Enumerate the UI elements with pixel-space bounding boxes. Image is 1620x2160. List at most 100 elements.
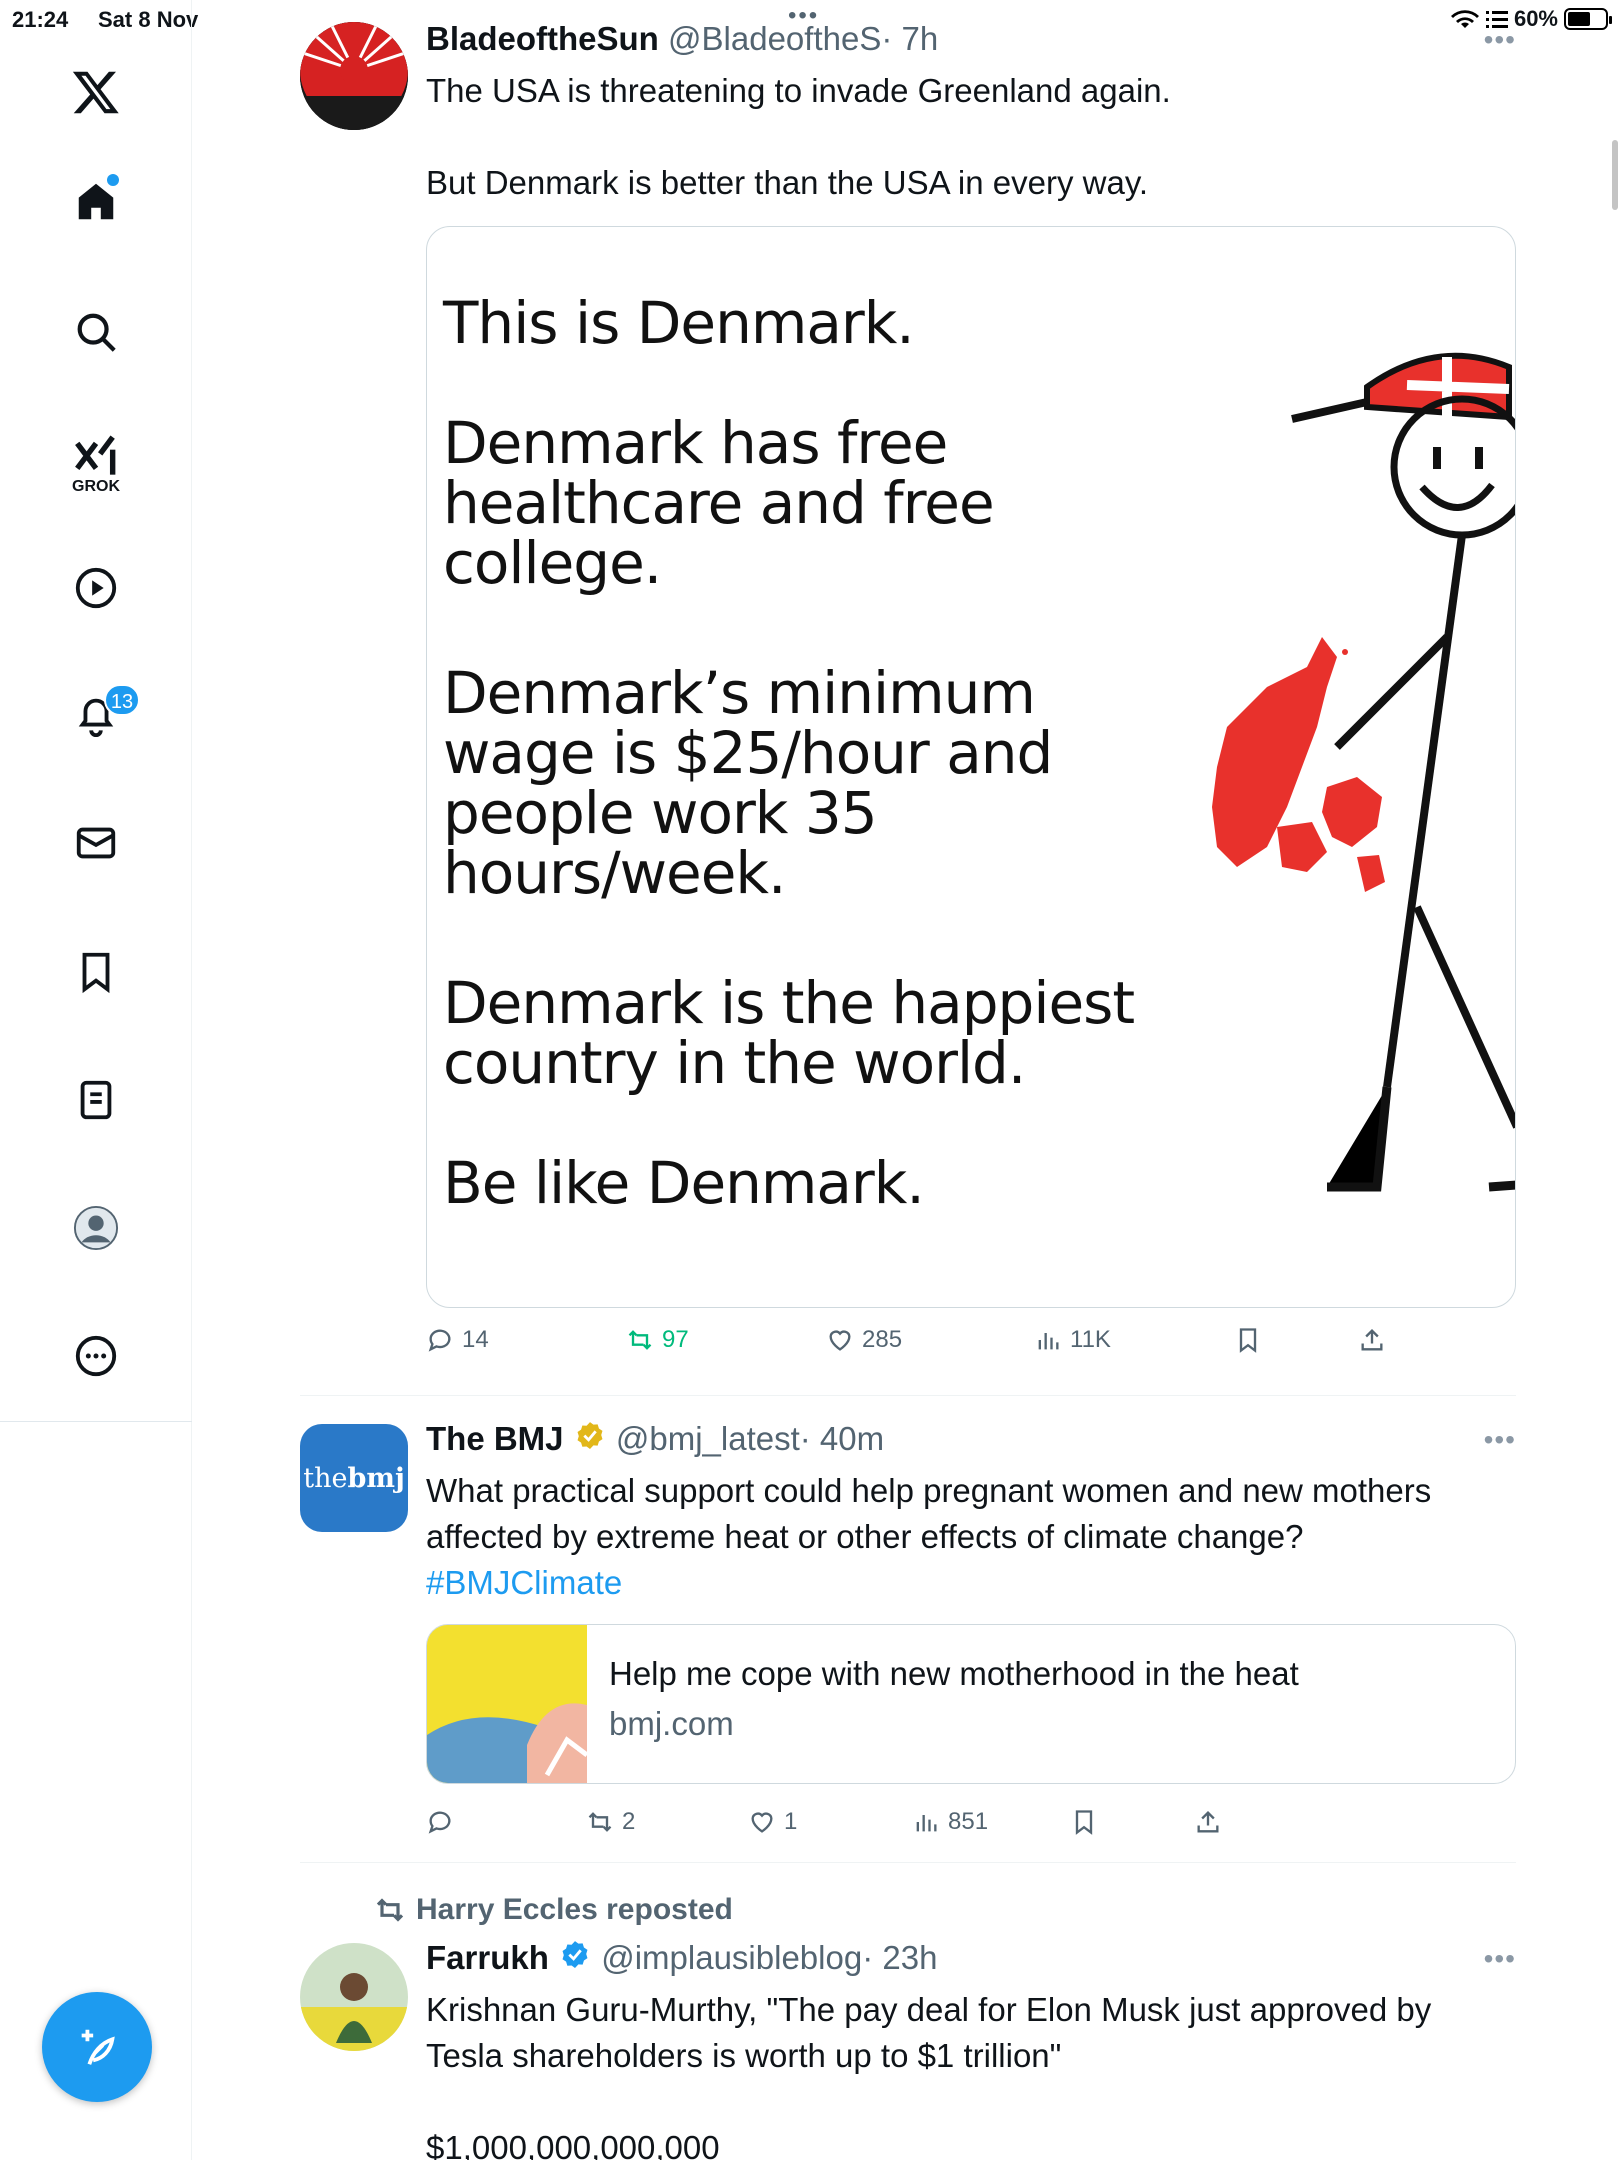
tweet-more-button[interactable]: ••• (1484, 1943, 1516, 1975)
like-count: 285 (862, 1326, 903, 1353)
tweet-time[interactable]: · 23h (862, 1939, 937, 1976)
grok-icon (75, 435, 116, 475)
tweet-actions: 14 97 285 11K (426, 1326, 1426, 1366)
search-icon (77, 313, 116, 352)
tweet-text: The USA is threatening to invade Greenla… (426, 72, 1171, 201)
avatar[interactable] (300, 1943, 408, 2051)
bookmark-icon (82, 952, 110, 994)
views-icon (916, 1815, 937, 1832)
tweet-header: Farrukh @implausibleblog· 23h (426, 1939, 937, 1977)
tweet-bmj[interactable]: thebmj The BMJ @bmj_latest· 40m ••• What… (300, 1396, 1516, 1862)
more-circle-icon (75, 1335, 117, 1377)
battery-icon (1564, 8, 1612, 30)
repost-icon (376, 1898, 404, 1922)
stick-figure-illustration (1212, 352, 1515, 1192)
sidebar-item-notifications[interactable] (0, 675, 192, 755)
author-name[interactable]: Farrukh (426, 1939, 549, 1976)
grok-label: GROK (72, 478, 120, 495)
share-icon (1197, 1811, 1219, 1833)
repost-count: 97 (662, 1326, 689, 1353)
share-button[interactable] (1194, 1808, 1222, 1836)
tweet-text: Krishnan Guru-Murthy, "The pay deal for … (426, 1991, 1432, 2160)
meme-line: Denmark’s minimum (443, 659, 1036, 727)
meme-line: healthcare and free (443, 469, 995, 537)
like-button[interactable]: 285 (826, 1326, 902, 1354)
compose-button[interactable] (42, 1992, 152, 2102)
bookmark-button[interactable] (1070, 1808, 1098, 1836)
bookmark-button[interactable] (1234, 1326, 1262, 1354)
tweet-more-button[interactable]: ••• (1484, 24, 1516, 56)
avatar[interactable] (300, 22, 408, 130)
meme-line: This is Denmark. (443, 289, 915, 357)
sidebar-item-profile[interactable] (0, 1188, 192, 1268)
repost-button[interactable]: 2 (586, 1808, 635, 1836)
avatar[interactable]: thebmj (300, 1424, 408, 1532)
tweet-header: BladeoftheSun @BladeoftheS· 7h (426, 20, 938, 58)
views-button[interactable]: 11K (1034, 1326, 1111, 1354)
meme-line: country in the world. (443, 1029, 1026, 1097)
hashtag-link[interactable]: #BMJClimate (426, 1564, 622, 1601)
list-doc-icon (80, 1080, 112, 1120)
sidebar-item-more[interactable] (0, 1316, 192, 1396)
repost-icon (588, 1812, 612, 1832)
sidebar-item-home[interactable] (0, 162, 192, 242)
sidebar: GROK 13 (0, 0, 192, 2160)
meme-line: people work 35 (443, 779, 878, 847)
meme-line: Be like Denmark. (443, 1149, 925, 1217)
mail-icon (76, 827, 116, 859)
repost-button[interactable]: 97 (626, 1326, 689, 1354)
like-button[interactable]: 1 (748, 1808, 797, 1836)
link-card-thumbnail (427, 1625, 589, 1783)
play-icon (75, 567, 117, 609)
scrollbar[interactable] (1612, 140, 1618, 210)
author-name[interactable]: The BMJ (426, 1420, 564, 1457)
tweet-image[interactable]: This is Denmark. Denmark has free health… (426, 226, 1516, 1308)
sidebar-item-bookmarks[interactable] (0, 932, 192, 1012)
sidebar-divider (0, 1421, 192, 1422)
reposted-by[interactable]: Harry Eccles reposted (374, 1893, 733, 1927)
author-handle[interactable]: @implausibleblog (601, 1939, 862, 1976)
bookmark-icon (1075, 1810, 1093, 1835)
meme-line: wage is $25/hour and (443, 719, 1053, 787)
reply-icon (428, 1329, 451, 1352)
sidebar-item-search[interactable] (0, 292, 192, 372)
verified-blue-icon (562, 1941, 588, 1969)
meme-line: Denmark has free (443, 409, 948, 477)
share-button[interactable] (1358, 1326, 1386, 1354)
tweet-bladeofthesun[interactable]: BladeoftheSun @BladeoftheS· 7h ••• The U… (300, 0, 1516, 1395)
home-unread-dot (107, 174, 119, 186)
tweet-actions: 2 1 851 (426, 1808, 1426, 1848)
author-handle[interactable]: @BladeoftheS (668, 20, 881, 57)
tweet-header: The BMJ @bmj_latest· 40m (426, 1420, 884, 1458)
tweet-time[interactable]: · 40m (800, 1420, 884, 1457)
repost-icon (628, 1330, 652, 1350)
views-count: 11K (1070, 1326, 1111, 1353)
sidebar-item-messages[interactable] (0, 803, 192, 883)
author-name[interactable]: BladeoftheSun (426, 20, 659, 57)
link-card-title: Help me cope with new motherhood in the … (609, 1655, 1299, 1692)
feather-plus-icon (81, 2029, 115, 2065)
reply-button[interactable]: 14 (426, 1326, 489, 1354)
views-button[interactable]: 851 (912, 1808, 988, 1836)
meme-line: college. (443, 529, 662, 597)
views-count: 851 (948, 1808, 989, 1835)
farrukh-avatar-icon (300, 1943, 408, 2051)
tweet-farrukh[interactable]: Harry Eccles reposted Farrukh @implausib… (300, 1863, 1516, 2160)
author-handle[interactable]: @bmj_latest (616, 1420, 800, 1457)
battery-percent: 60% (1513, 6, 1558, 31)
repost-count: 2 (622, 1808, 636, 1835)
x-logo-icon[interactable] (0, 52, 192, 132)
views-icon (1038, 1333, 1059, 1350)
reply-button[interactable] (426, 1808, 462, 1836)
reply-icon (428, 1811, 451, 1834)
sidebar-item-video[interactable] (0, 548, 192, 628)
link-card-domain: bmj.com (609, 1705, 734, 1742)
tweet-text: What practical support could help pregna… (426, 1472, 1441, 1601)
link-card[interactable]: Help me cope with new motherhood in the … (426, 1624, 1516, 1784)
reply-count: 14 (462, 1326, 489, 1353)
meme-line: Denmark is the happiest (443, 969, 1135, 1037)
tweet-time[interactable]: · 7h (881, 20, 938, 57)
tweet-more-button[interactable]: ••• (1484, 1424, 1516, 1456)
bmj-logo: thebmj (303, 1462, 405, 1494)
sidebar-item-lists[interactable] (0, 1060, 192, 1140)
